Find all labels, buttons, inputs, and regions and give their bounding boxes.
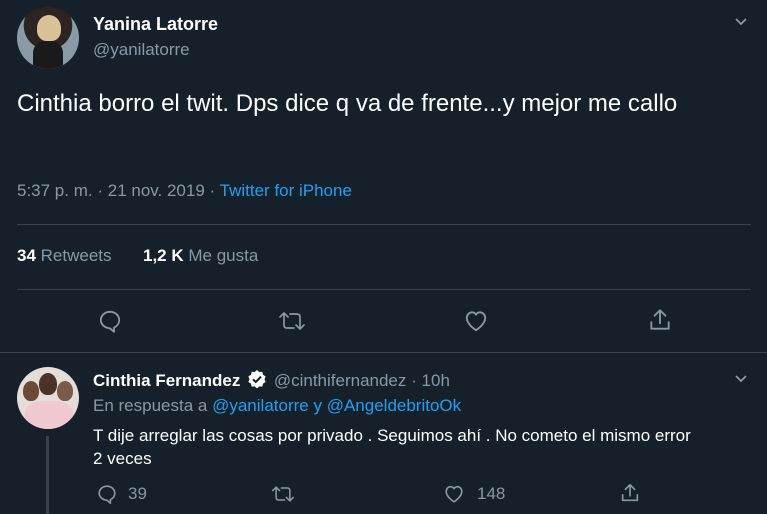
chevron-down-icon[interactable] xyxy=(734,15,748,29)
replying-to: En respuesta a @yanilatorre y @Angeldebr… xyxy=(93,396,461,416)
reply-author-avatar[interactable] xyxy=(17,367,79,429)
heart-icon xyxy=(443,483,465,505)
mention-conjunction: y xyxy=(313,396,322,415)
reply-age[interactable]: 10h xyxy=(422,371,450,390)
thread-line xyxy=(46,436,49,514)
author-handle[interactable]: @yanilatorre xyxy=(93,40,190,60)
retweets-stat[interactable]: 34 Retweets xyxy=(17,246,112,265)
reply-icon[interactable] xyxy=(97,308,123,334)
reply-text: T dije arreglar las cosas por privado . … xyxy=(93,426,691,468)
retweets-label: Retweets xyxy=(40,246,112,265)
meta-separator: · xyxy=(411,371,417,390)
reply-header: Cinthia Fernandez @cinthifernandez · 10h xyxy=(93,369,450,394)
tweet-time[interactable]: 5:37 p. m. xyxy=(17,181,93,200)
like-count: 148 xyxy=(477,484,506,503)
reply-author-handle[interactable]: @cinthifernandez xyxy=(274,371,407,390)
retweet-icon[interactable] xyxy=(271,483,295,505)
tweet-date[interactable]: 21 nov. 2019 xyxy=(108,181,205,200)
share-icon[interactable] xyxy=(619,482,641,504)
author-avatar[interactable] xyxy=(17,7,79,69)
meta-separator: · xyxy=(97,181,104,200)
mention-angeldebrito[interactable]: @AngeldebritoOk xyxy=(327,396,461,415)
tweet-meta: 5:37 p. m. · 21 nov. 2019 · Twitter for … xyxy=(17,181,352,201)
retweet-icon[interactable] xyxy=(278,308,306,334)
author-name[interactable]: Yanina Latorre xyxy=(93,14,218,35)
retweets-count: 34 xyxy=(17,246,36,265)
tweet-source[interactable]: Twitter for iPhone xyxy=(220,181,352,200)
divider xyxy=(17,224,751,225)
replying-prefix: En respuesta a xyxy=(93,396,208,415)
chevron-down-icon[interactable] xyxy=(734,372,748,386)
mention-yanilatorre[interactable]: @yanilatorre xyxy=(212,396,309,415)
meta-separator: · xyxy=(209,181,216,200)
heart-icon[interactable] xyxy=(463,308,489,334)
share-icon[interactable] xyxy=(647,307,673,333)
likes-count: 1,2 K xyxy=(143,246,184,265)
tweet-stats: 34 Retweets 1,2 K Me gusta xyxy=(17,246,258,266)
likes-stat[interactable]: 1,2 K Me gusta xyxy=(143,246,258,265)
divider xyxy=(0,352,767,353)
likes-label: Me gusta xyxy=(188,246,259,265)
verified-badge-icon xyxy=(247,369,267,394)
reply-author-name[interactable]: Cinthia Fernandez xyxy=(93,371,240,390)
reply-count: 39 xyxy=(128,484,147,503)
reply-reply-action[interactable]: 39 xyxy=(96,483,147,505)
reply-like-action[interactable]: 148 xyxy=(443,483,505,505)
divider xyxy=(17,289,751,290)
reply-icon xyxy=(96,483,118,505)
tweet-text: Cinthia borro el twit. Dps dice q va de … xyxy=(17,90,678,117)
